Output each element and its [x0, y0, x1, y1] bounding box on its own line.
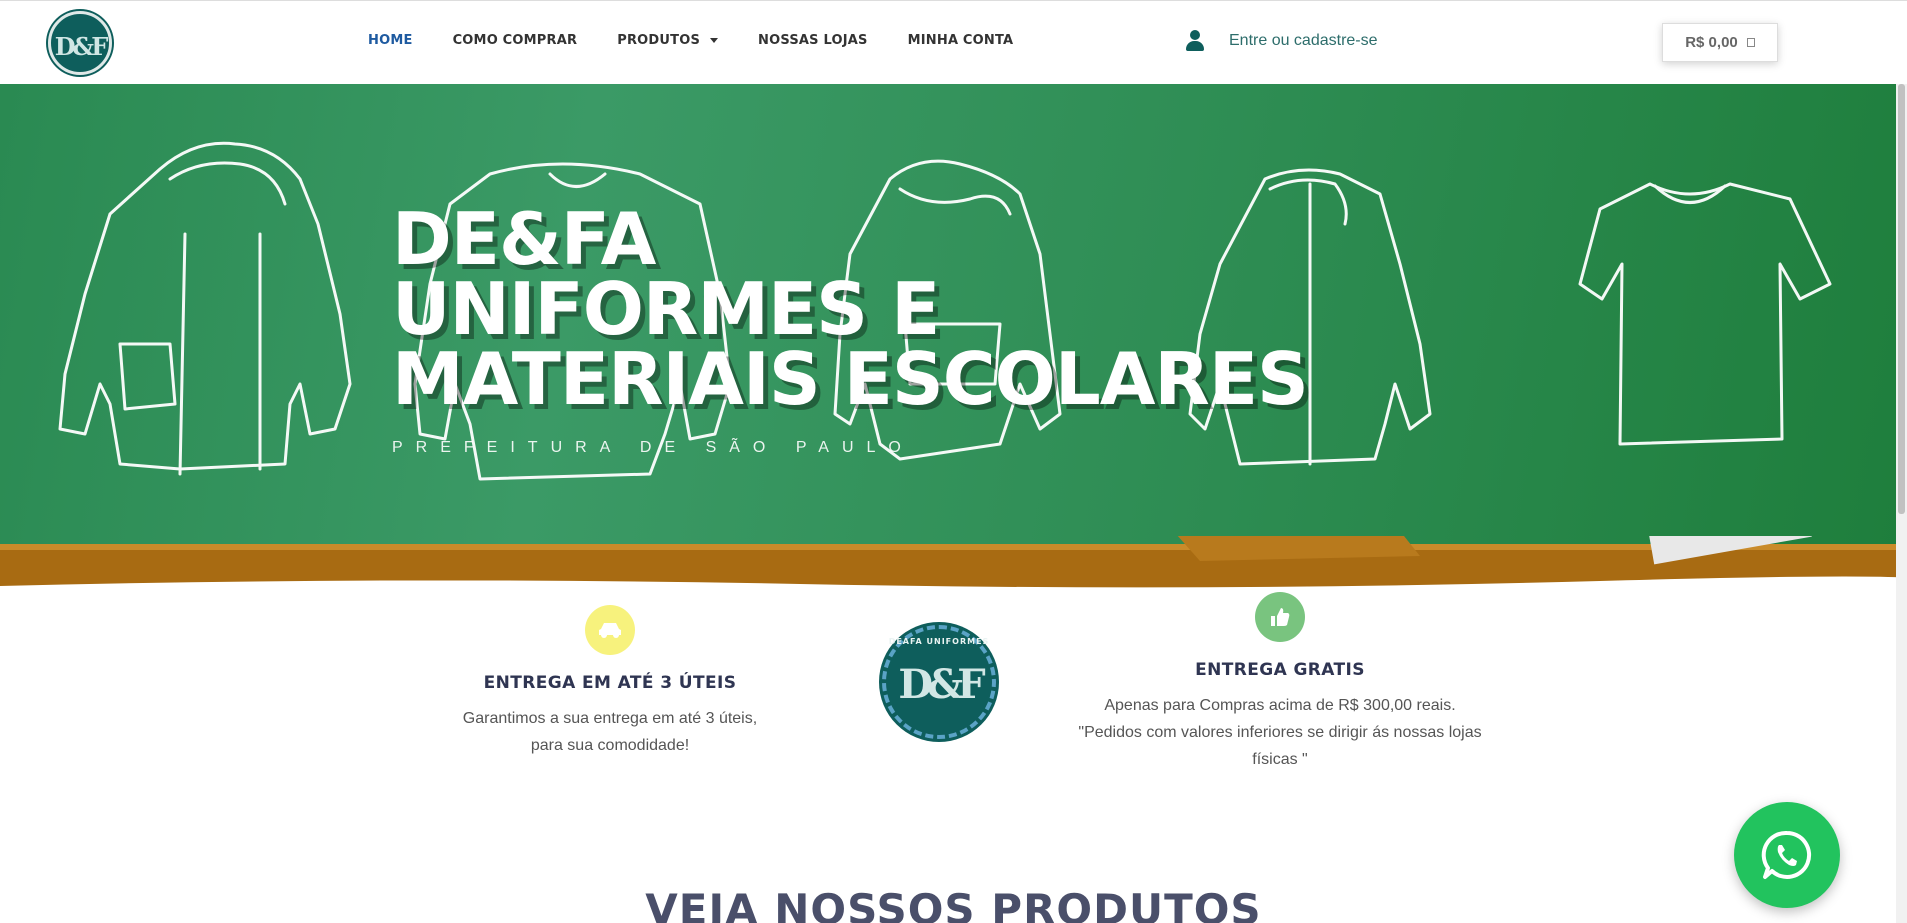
scrollbar-thumb[interactable]	[1898, 84, 1905, 514]
site-logo[interactable]: D&F	[48, 11, 112, 75]
feature-text-line: para sua comodidade!	[530, 737, 690, 754]
login-text: Entre ou cadastre-se	[1229, 32, 1378, 49]
cart-total: R$ 0,00	[1685, 34, 1738, 51]
badge-text: D&F	[898, 661, 985, 708]
site-header: D&F HOME COMO COMPRAR PRODUTOS NOSSAS LO…	[0, 0, 1907, 84]
badge-ring-text: DEAFA UNIFORMES	[888, 637, 990, 646]
nav-produtos-label: PRODUTOS	[617, 33, 701, 48]
nav-nossas-lojas[interactable]: NOSSAS LOJAS	[758, 33, 868, 48]
feature-text-line: Apenas para Compras acima de R$ 300,00 r…	[1104, 697, 1456, 714]
feature-text: Garantimos a sua entrega em até 3 úteis,…	[430, 705, 790, 759]
main-nav: HOME COMO COMPRAR PRODUTOS NOSSAS LOJAS …	[368, 33, 1053, 48]
login-link[interactable]: Entre ou cadastre-se	[1185, 29, 1378, 53]
hero-banner: DE&FA UNIFORMES E MATERIAIS ESCOLARES PR…	[0, 84, 1907, 594]
hero-title: DE&FA UNIFORMES E MATERIAIS ESCOLARES	[392, 197, 1309, 421]
cart-button[interactable]: R$ 0,00	[1662, 23, 1778, 62]
nav-minha-conta-label: MINHA CONTA	[907, 33, 1014, 48]
nav-como-comprar[interactable]: COMO COMPRAR	[453, 33, 578, 48]
feature-title: ENTREGA EM ATÉ 3 ÚTEIS	[483, 673, 737, 693]
hero-title-line: DE&FA	[392, 197, 656, 281]
nav-nossas-lojas-label: NOSSAS LOJAS	[758, 33, 868, 48]
whatsapp-icon	[1761, 830, 1812, 879]
chalk-tray	[0, 536, 1907, 594]
feature-free-shipping: ENTREGA GRATIS Apenas para Compras acima…	[1060, 592, 1500, 773]
hero-title-line: UNIFORMES E	[392, 267, 940, 351]
nav-como-comprar-label: COMO COMPRAR	[452, 33, 578, 48]
logo-text: D&F	[54, 32, 109, 61]
chevron-down-icon	[710, 38, 719, 43]
jacket-sketch-icon	[58, 141, 352, 476]
whatsapp-button[interactable]	[1734, 802, 1840, 908]
nav-home[interactable]: HOME	[368, 33, 413, 48]
user-icon	[1185, 29, 1205, 53]
nav-produtos[interactable]: PRODUTOS	[617, 33, 719, 48]
feature-text: Apenas para Compras acima de R$ 300,00 r…	[1060, 692, 1500, 773]
section-title: VEJA NOSSOS PRODUTOS	[645, 885, 1262, 923]
feature-text-line: Garantimos a sua entrega em até 3 úteis,	[462, 710, 758, 727]
nav-minha-conta[interactable]: MINHA CONTA	[908, 33, 1014, 48]
car-icon	[585, 605, 635, 655]
brand-badge: DEAFA UNIFORMES D&F	[882, 625, 996, 739]
thumbs-up-icon	[1255, 592, 1305, 642]
feature-text-line: "Pedidos com valores inferiores se dirig…	[1078, 724, 1482, 741]
page-scrollbar[interactable]	[1896, 84, 1907, 923]
nav-home-label: HOME	[368, 33, 413, 48]
tshirt-sketch-icon	[1578, 182, 1832, 446]
hero-subtitle: PREFEITURA DE SÃO PAULO	[392, 439, 914, 456]
hero-title-line: MATERIAIS ESCOLARES	[392, 337, 1309, 421]
feature-delivery: ENTREGA EM ATÉ 3 ÚTEIS Garantimos a sua …	[430, 605, 790, 759]
feature-title: ENTREGA GRATIS	[1195, 660, 1365, 680]
feature-text-line: físicas "	[1252, 751, 1308, 768]
cart-icon	[1746, 38, 1755, 47]
